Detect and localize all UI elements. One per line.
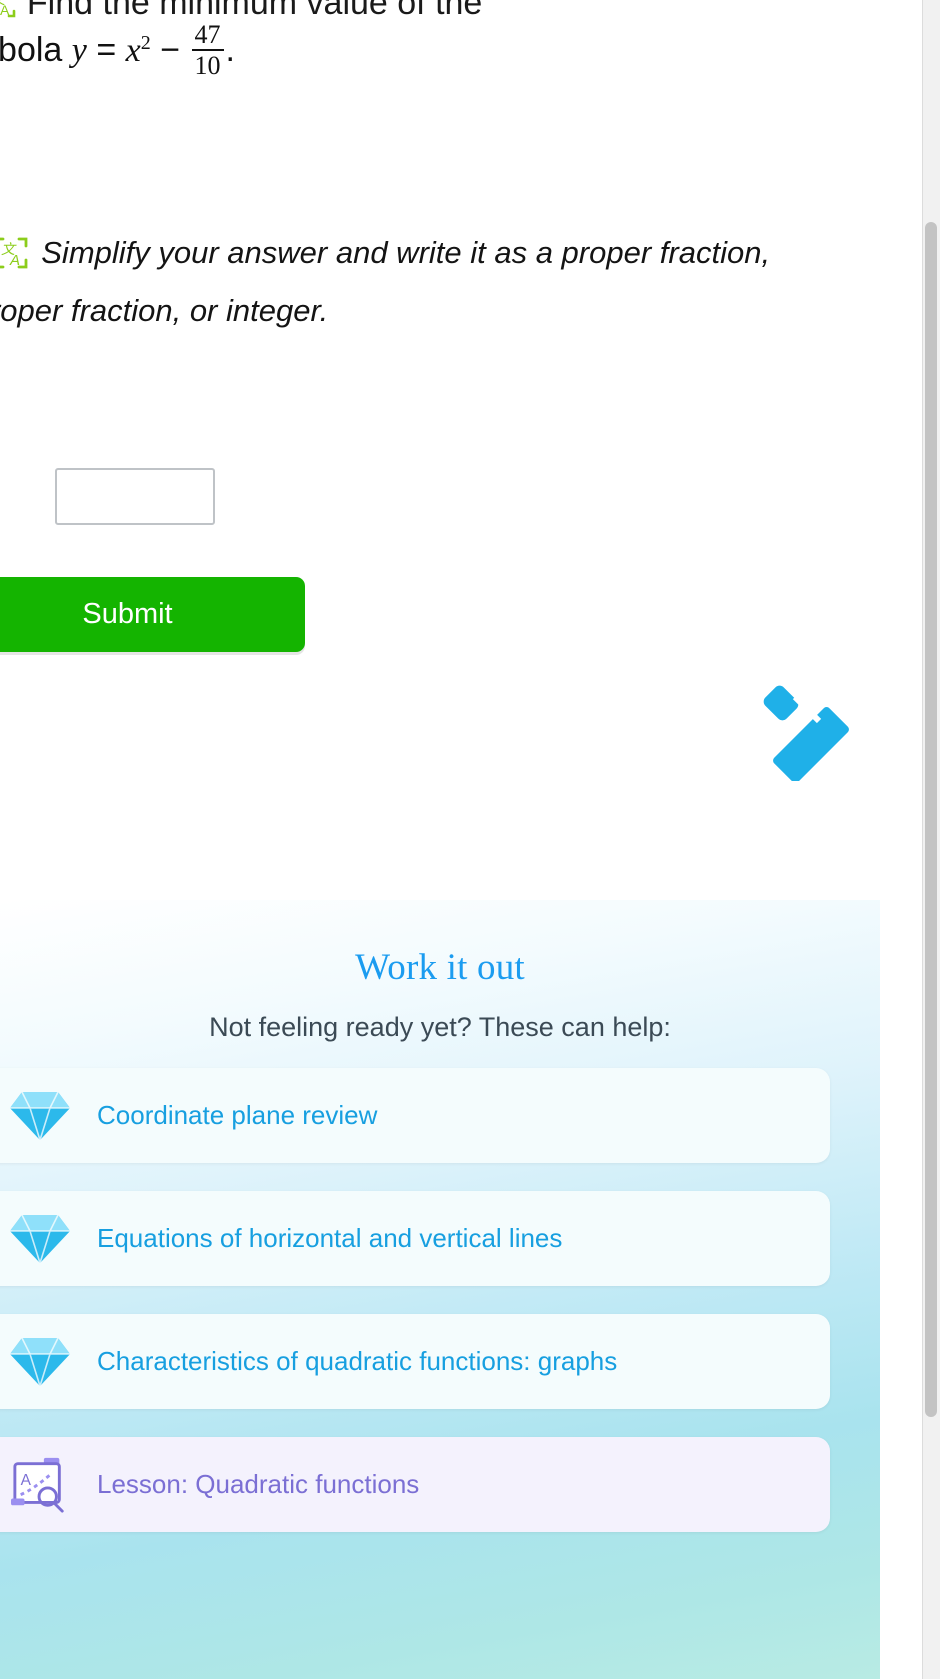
vertical-scrollbar-track[interactable] [922,0,940,1679]
equation-base: x [125,32,141,70]
translate-icon[interactable]: 文 A [0,0,17,21]
diamond-gem-icon [5,1331,75,1393]
equation-lhs: y [71,32,87,70]
equation-period: . [225,31,235,70]
work-it-out-panel: Work it out Not feeling ready yet? These… [0,900,880,1679]
help-card[interactable]: Coordinate plane review [0,1068,830,1163]
question-top-text: Find the minimum value of the [26,0,483,22]
equation-operator: − [160,31,181,70]
instruction-block: 文 A Simplify your answer and write it as… [0,228,900,336]
help-card[interactable]: Characteristics of quadratic functions: … [0,1314,830,1409]
help-card-label: Lesson: Quadratic functions [97,1469,420,1499]
vertical-scrollbar-thumb[interactable] [925,222,937,1417]
svg-text:A: A [0,2,10,18]
answer-input[interactable] [55,468,215,525]
diamond-gem-icon [5,1085,75,1147]
fraction-numerator: 47 [194,20,221,49]
svg-text:A: A [9,252,20,269]
pencil-icon[interactable] [760,676,866,783]
equation-equals: = [96,31,117,70]
equation-fraction: 47 10 [191,20,224,80]
equation-exponent: 2 [140,31,151,54]
help-card[interactable]: Equations of horizontal and vertical lin… [0,1191,830,1286]
page-root: 文 A Find the minimum value of the parabo… [0,0,940,1679]
instruction-translate-icon[interactable]: 文 A [0,235,29,286]
question-body: parabola y = x2 − 47 10 . [0,20,910,82]
diamond-gem-icon [5,1208,75,1270]
svg-text:A: A [21,1472,32,1489]
help-card-label: Coordinate plane review [97,1100,378,1130]
question-body-prefix: parabola [0,31,63,70]
help-card-label: Characteristics of quadratic functions: … [97,1346,618,1376]
help-card-label: Equations of horizontal and vertical lin… [97,1223,563,1253]
fraction-denominator: 10 [191,49,224,80]
work-it-out-subtitle: Not feeling ready yet? These can help: [209,1012,671,1042]
help-cards-list: Coordinate plane review Equations of hor… [0,1068,835,1560]
lesson-board-icon: A [5,1454,75,1516]
work-it-out-title: Work it out [355,947,525,988]
submit-button[interactable]: Submit [0,577,305,652]
equation: y = x2 − 47 10 . [71,20,235,82]
instruction-text: Simplify your answer and write it as a p… [0,235,771,329]
help-card[interactable]: A Lesson: Quadratic functions [0,1437,830,1532]
